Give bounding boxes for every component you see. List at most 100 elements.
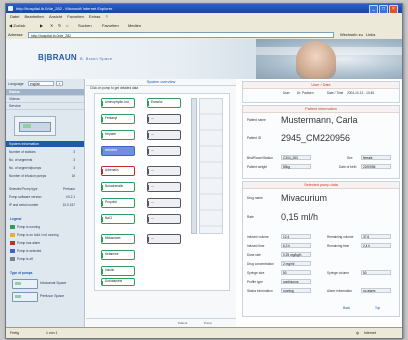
date-label: Date / Time	[327, 91, 344, 95]
pump-slot[interactable]: Propofol	[101, 198, 135, 208]
pump-row-label: Infused volume	[247, 235, 269, 239]
pump-slot[interactable]: Fentanyl	[101, 114, 135, 124]
pump-row-label: Infused time	[247, 244, 265, 248]
pump-slot-empty[interactable]: ---	[147, 182, 181, 192]
brand-sub: B. Braun Space	[80, 56, 113, 61]
pump-row-label: Remaining volume	[327, 235, 354, 239]
nav-service[interactable]: Service	[6, 103, 84, 110]
pump-slot[interactable]: Heparin	[101, 130, 135, 140]
forward-button[interactable]: ▶	[40, 21, 43, 30]
status-text: Fertig	[10, 331, 19, 335]
device-row: Selected Pump type Perfusor	[9, 187, 75, 191]
url-field[interactable]: http://hospital.ib.0/de_282	[28, 31, 334, 38]
pump-row-value: running	[281, 288, 311, 293]
media-button[interactable]: Medien	[128, 21, 141, 30]
pump-slot[interactable]: NaCl	[101, 214, 135, 224]
pump-slot-empty[interactable]: ---	[147, 130, 181, 140]
pump-slot[interactable]: Aminophyllin-Ind	[101, 98, 135, 108]
go-button[interactable]: Wechseln zu	[340, 31, 363, 38]
overview-title: System overview	[86, 79, 236, 86]
pump-slot[interactable]: Esmolol	[147, 98, 181, 108]
rate-value: 0,15 ml/h	[281, 212, 319, 222]
pump-row-value: 12,4	[281, 234, 311, 239]
infusomat-label: Infusomat Space	[40, 281, 67, 285]
pump-row-label: Syringe size	[247, 271, 265, 275]
pump-row-value: 2 mg/ml	[281, 261, 311, 266]
back-button[interactable]: ◀ Zurück	[9, 21, 25, 30]
pump-types-title: Type of pumps	[10, 271, 33, 275]
device-image	[14, 116, 56, 136]
patient-link[interactable]: Patient	[178, 319, 187, 327]
search-button[interactable]: Suchen	[78, 21, 92, 30]
pump-slot-empty[interactable]: ---	[147, 198, 181, 208]
legend-item: Pump has alarm	[10, 241, 80, 246]
rate-label: Rate	[247, 215, 254, 219]
pump-slot[interactable]: Dobutamine	[101, 278, 135, 286]
info-row: Number of stations 3	[9, 150, 75, 154]
menu-view[interactable]: Ansicht	[49, 13, 62, 21]
patient-name: Mustermann, Carla	[281, 115, 358, 125]
top-link[interactable]: Top	[375, 306, 380, 310]
back-link[interactable]: Back	[343, 306, 350, 310]
sex-value: female	[361, 155, 391, 160]
links-button[interactable]: Links	[366, 30, 375, 39]
pump-slot[interactable]: Insulin	[101, 266, 135, 276]
detail-column: User / Date User Dr. Paulsen Date / Time…	[238, 79, 402, 327]
pump-slot[interactable]: Noradrenalin	[101, 182, 135, 192]
info-row: Number of infusion pumps 16	[9, 174, 75, 178]
rack-slots	[199, 98, 223, 234]
pump-slot-empty[interactable]: ---	[147, 234, 181, 244]
nav-videos[interactable]: Videos	[6, 96, 84, 103]
pump-slot-alarm[interactable]: Adrenalin	[101, 166, 135, 176]
pump-row-value: no alarm	[361, 288, 391, 293]
legend-item: Pump is off	[10, 257, 80, 262]
menu-edit[interactable]: Bearbeiten	[24, 13, 43, 21]
pump-rack: Aminophyllin-Ind Fentanyl Heparin select…	[94, 93, 230, 291]
pump-slot[interactable]: Ketamine	[101, 250, 135, 260]
browser-window: http://hospital.ib.0/de_282 - Microsoft …	[5, 3, 403, 339]
status-bar: Fertig 1 von 1 ◍ Internet	[6, 327, 402, 338]
pump-row-value: 2,4 h	[361, 243, 391, 248]
favorites-button[interactable]: Favoriten	[102, 21, 119, 30]
birth-label: Date of birth	[339, 165, 357, 169]
pump-row-label: Remaining time	[327, 244, 350, 248]
patient-panel-title: Patient information	[243, 106, 399, 113]
menu-file[interactable]: Datei	[10, 13, 19, 21]
ie-icon	[8, 6, 13, 11]
overview-footer: Patient Pump	[86, 318, 236, 327]
stop-icon[interactable]: ✕	[50, 21, 53, 30]
pump-link[interactable]: Pump	[204, 319, 212, 327]
perfusor-label: Perfusor Space	[40, 294, 65, 298]
menu-help[interactable]: ?	[105, 13, 107, 21]
bed-label: Bed/Room/Station	[247, 156, 273, 160]
language-label: Language	[8, 82, 24, 86]
pump-slot-empty[interactable]: ---	[147, 166, 181, 176]
user-value: Dr. Paulsen	[297, 91, 314, 95]
info-row: No. of segments 3	[9, 158, 75, 162]
pump-slot-empty[interactable]: ---	[147, 114, 181, 124]
pump-slot-empty[interactable]: ---	[147, 214, 181, 224]
pump-slot[interactable]: Midazolam	[101, 234, 135, 244]
pump-slot-empty[interactable]: ---	[147, 146, 181, 156]
drug-label: Drug name	[247, 196, 263, 200]
menu-tools[interactable]: Extras	[89, 13, 100, 21]
pump-slot-selected[interactable]: selected	[101, 146, 135, 156]
brand-name: B|BRAUN	[38, 53, 78, 62]
nav-status[interactable]: Status	[6, 89, 84, 96]
sex-label: Sex	[347, 156, 353, 160]
date-value: 2004-10-13 - 10:45	[347, 91, 375, 95]
brand-logo: B|BRAUN B. Braun Space	[38, 53, 112, 62]
pump-row-label: Profile type	[247, 280, 263, 284]
pump-row-label: Alarm information	[327, 289, 352, 293]
system-info-title: System information	[6, 141, 84, 147]
title-bar: http://hospital.ib.0/de_282 - Microsoft …	[6, 4, 402, 14]
menu-favorites[interactable]: Favoriten	[67, 13, 84, 21]
birth-value: 22/09/56	[361, 164, 391, 169]
refresh-icon[interactable]: ↻	[58, 21, 61, 30]
language-go-button[interactable]: »	[56, 81, 63, 86]
weight-value: 80kg	[281, 164, 311, 169]
pump-row-label: Syringe volume	[327, 271, 349, 275]
language-select[interactable]: english	[28, 81, 54, 86]
home-icon[interactable]: ⌂	[66, 21, 68, 30]
zone-text: Internet	[364, 331, 376, 335]
